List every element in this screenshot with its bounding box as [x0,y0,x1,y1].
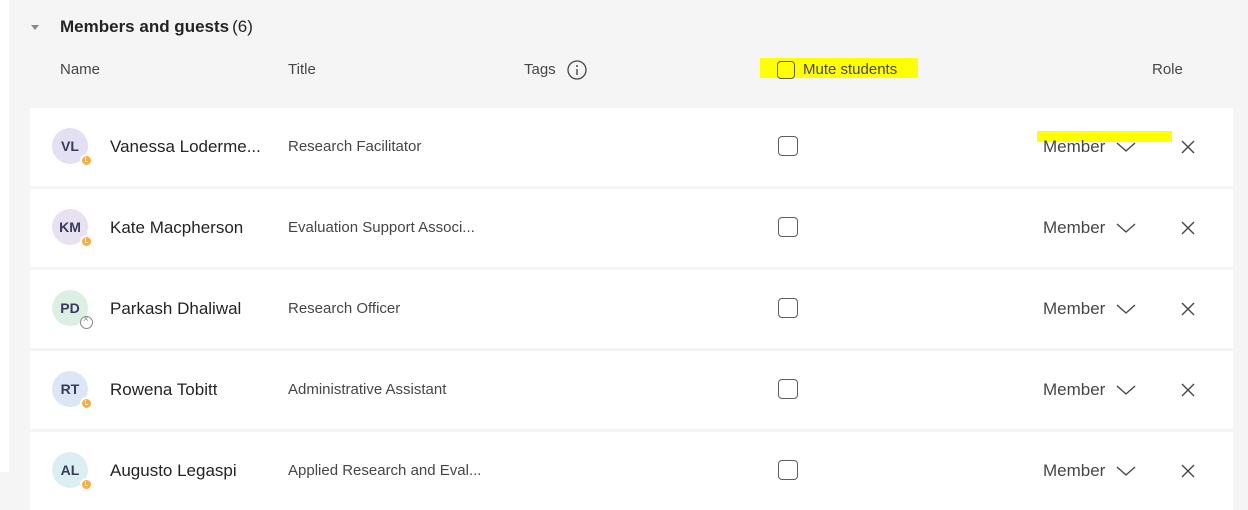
column-header-name: Name [60,61,101,78]
role-dropdown[interactable]: Member [1043,216,1137,240]
clock-status-icon [80,154,93,167]
column-header-mute-label: Mute students [803,61,898,78]
column-header-tags: Tags [524,60,588,80]
mute-student-checkbox[interactable] [778,460,798,480]
mute-student-checkbox[interactable] [778,217,798,237]
close-icon[interactable] [1180,220,1196,236]
close-icon[interactable] [1180,382,1196,398]
role-label: Member [1043,137,1106,156]
member-title: Evaluation Support Associ... [288,219,475,236]
section-header: Members and guests (6) [30,14,253,40]
mute-student-checkbox[interactable] [778,298,798,318]
chevron-down-icon [1115,221,1137,235]
member-count: (6) [232,17,253,36]
clock-status-icon [80,478,93,491]
member-name: Parkash Dhaliwal [110,299,242,318]
member-name: Augusto Legaspi [110,461,237,480]
member-name: Rowena Tobitt [110,380,218,399]
role-dropdown[interactable]: Member [1043,297,1137,321]
role-label: Member [1043,299,1106,318]
column-header-role: Role [1152,61,1183,78]
mute-student-checkbox[interactable] [778,136,798,156]
close-icon[interactable] [1180,301,1196,317]
caret-down-icon[interactable] [30,22,40,32]
member-row[interactable]: RT Rowena Tobitt Administrative Assistan… [30,351,1233,429]
member-row[interactable]: KM Kate Macpherson Evaluation Support As… [30,189,1233,267]
offline-status-icon [80,314,93,329]
close-icon[interactable] [1180,139,1196,155]
chevron-down-icon [1115,302,1137,316]
chevron-down-icon [1115,464,1137,478]
info-icon[interactable] [566,59,588,81]
column-header-title: Title [288,61,316,78]
mute-all-checkbox[interactable] [777,61,795,79]
column-header-mute: Mute students [760,60,897,80]
role-label: Member [1043,380,1106,399]
close-icon[interactable] [1180,463,1196,479]
member-title: Applied Research and Eval... [288,462,482,479]
member-row[interactable]: PD Parkash Dhaliwal Research Officer Mem… [30,270,1233,348]
section-title: Members and guests [60,17,230,36]
clock-status-icon [80,397,93,410]
column-header-tags-label: Tags [524,61,556,78]
clock-status-icon [80,235,93,248]
member-title: Research Officer [288,300,401,317]
role-dropdown[interactable]: Member [1043,459,1137,483]
mute-student-checkbox[interactable] [778,379,798,399]
member-name: Vanessa Loderme... [110,137,261,156]
page-edge [0,0,9,472]
member-title: Administrative Assistant [288,381,447,398]
member-title: Research Facilitator [288,138,422,155]
role-label: Member [1043,461,1106,480]
role-dropdown[interactable]: Member [1043,135,1137,159]
role-label: Member [1043,218,1106,237]
chevron-down-icon [1115,140,1137,154]
chevron-down-icon [1115,383,1137,397]
role-dropdown[interactable]: Member [1043,378,1137,402]
member-row[interactable]: VL Vanessa Loderme... Research Facilitat… [30,108,1233,186]
member-name: Kate Macpherson [110,218,244,237]
member-row[interactable]: AL Augusto Legaspi Applied Research and … [30,432,1233,510]
